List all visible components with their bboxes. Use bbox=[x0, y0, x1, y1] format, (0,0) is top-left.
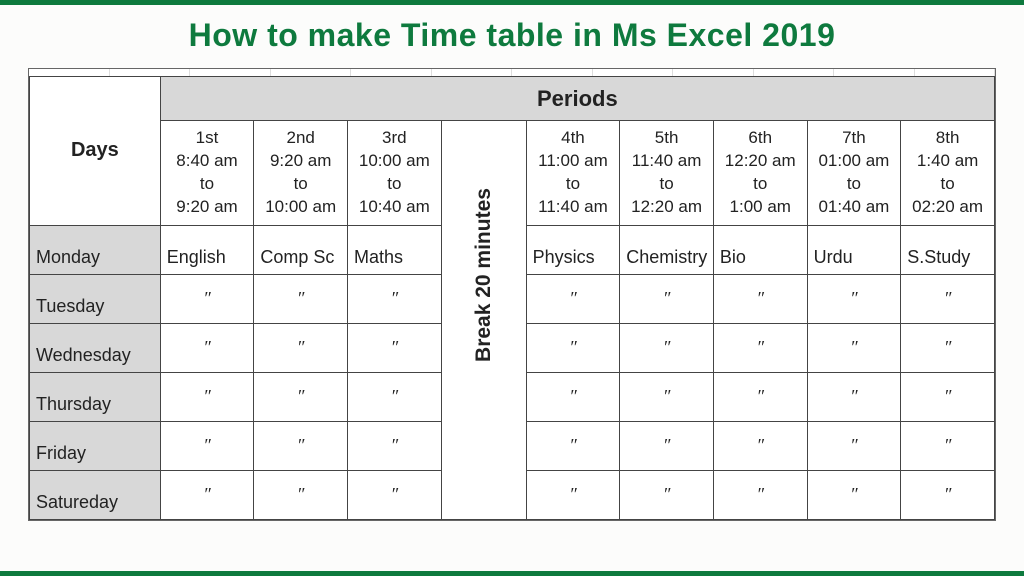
header-periods: Periods bbox=[160, 77, 994, 121]
timetable: Days Periods 1st 8:40 am to 9:20 am 2nd … bbox=[29, 76, 995, 520]
period-6-head: 6th 12:20 am to 1:00 am bbox=[713, 121, 807, 226]
cell-ditto: ″ bbox=[901, 421, 995, 470]
cell-ditto: ″ bbox=[713, 323, 807, 372]
cell-ditto: ″ bbox=[160, 421, 254, 470]
cell-subject: Chemistry bbox=[620, 225, 714, 274]
cell-ditto: ″ bbox=[620, 470, 714, 519]
cell-ditto: ″ bbox=[713, 470, 807, 519]
period-3-head: 3rd 10:00 am to 10:40 am bbox=[348, 121, 442, 226]
day-tuesday: Tuesday bbox=[30, 274, 161, 323]
cell-subject: Comp Sc bbox=[254, 225, 348, 274]
cell-subject: Maths bbox=[348, 225, 442, 274]
cell-ditto: ″ bbox=[807, 372, 901, 421]
cell-ditto: ″ bbox=[348, 274, 442, 323]
cell-ditto: ″ bbox=[160, 323, 254, 372]
cell-ditto: ″ bbox=[807, 421, 901, 470]
cell-ditto: ″ bbox=[160, 470, 254, 519]
cell-ditto: ″ bbox=[620, 421, 714, 470]
cell-ditto: ″ bbox=[526, 274, 620, 323]
day-saturday: Satureday bbox=[30, 470, 161, 519]
cell-ditto: ″ bbox=[807, 323, 901, 372]
cell-ditto: ″ bbox=[901, 274, 995, 323]
timetable-sheet: Days Periods 1st 8:40 am to 9:20 am 2nd … bbox=[28, 68, 996, 521]
cell-ditto: ″ bbox=[254, 372, 348, 421]
cell-ditto: ″ bbox=[254, 323, 348, 372]
cell-ditto: ″ bbox=[526, 470, 620, 519]
cell-ditto: ″ bbox=[526, 421, 620, 470]
cell-ditto: ″ bbox=[620, 372, 714, 421]
period-2-head: 2nd 9:20 am to 10:00 am bbox=[254, 121, 348, 226]
cell-subject: Physics bbox=[526, 225, 620, 274]
cell-ditto: ″ bbox=[348, 372, 442, 421]
cell-ditto: ″ bbox=[348, 421, 442, 470]
day-wednesday: Wednesday bbox=[30, 323, 161, 372]
cell-subject: Urdu bbox=[807, 225, 901, 274]
page-title: How to make Time table in Ms Excel 2019 bbox=[0, 17, 1024, 54]
cell-ditto: ″ bbox=[901, 372, 995, 421]
period-1-head: 1st 8:40 am to 9:20 am bbox=[160, 121, 254, 226]
cell-ditto: ″ bbox=[254, 274, 348, 323]
period-7-head: 7th 01:00 am to 01:40 am bbox=[807, 121, 901, 226]
cell-ditto: ″ bbox=[901, 470, 995, 519]
period-5-head: 5th 11:40 am to 12:20 am bbox=[620, 121, 714, 226]
cell-subject: English bbox=[160, 225, 254, 274]
period-header-row: 1st 8:40 am to 9:20 am 2nd 9:20 am to 10… bbox=[30, 121, 995, 226]
cell-ditto: ″ bbox=[713, 421, 807, 470]
header-days: Days bbox=[30, 77, 161, 226]
cell-ditto: ″ bbox=[620, 274, 714, 323]
cell-ditto: ″ bbox=[526, 323, 620, 372]
cell-ditto: ″ bbox=[526, 372, 620, 421]
break-column: Break 20 minutes bbox=[441, 121, 526, 520]
cell-ditto: ″ bbox=[807, 274, 901, 323]
cell-ditto: ″ bbox=[620, 323, 714, 372]
period-8-head: 8th 1:40 am to 02:20 am bbox=[901, 121, 995, 226]
break-label: Break 20 minutes bbox=[472, 278, 496, 362]
cell-ditto: ″ bbox=[713, 372, 807, 421]
cell-ditto: ″ bbox=[807, 470, 901, 519]
cell-ditto: ″ bbox=[160, 274, 254, 323]
day-monday: Monday bbox=[30, 225, 161, 274]
cell-subject: Bio bbox=[713, 225, 807, 274]
grid-edge-top bbox=[29, 69, 995, 76]
cell-ditto: ″ bbox=[254, 421, 348, 470]
cell-ditto: ″ bbox=[713, 274, 807, 323]
cell-ditto: ″ bbox=[901, 323, 995, 372]
cell-ditto: ″ bbox=[160, 372, 254, 421]
day-friday: Friday bbox=[30, 421, 161, 470]
day-thursday: Thursday bbox=[30, 372, 161, 421]
period-4-head: 4th 11:00 am to 11:40 am bbox=[526, 121, 620, 226]
cell-ditto: ″ bbox=[348, 323, 442, 372]
cell-ditto: ″ bbox=[254, 470, 348, 519]
cell-ditto: ″ bbox=[348, 470, 442, 519]
cell-subject: S.Study bbox=[901, 225, 995, 274]
